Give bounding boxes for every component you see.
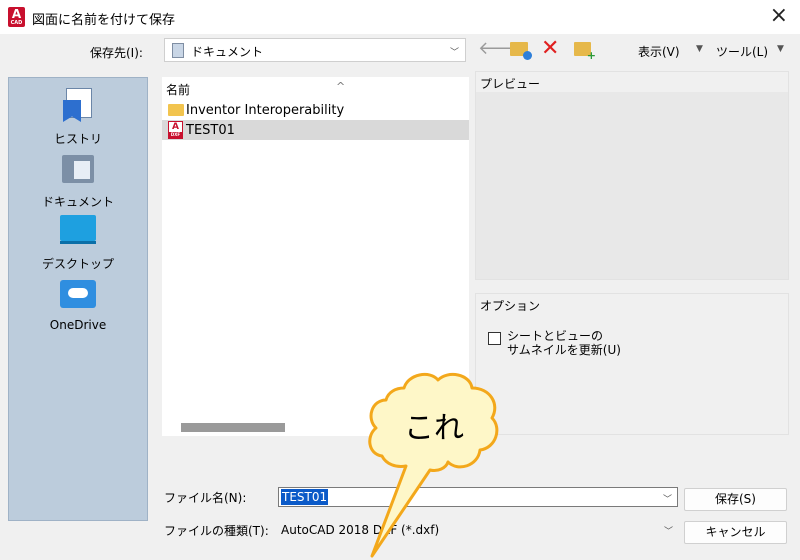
place-onedrive[interactable]: OneDrive <box>9 276 147 332</box>
window-title: 図面に名前を付けて保存 <box>32 13 176 28</box>
up-one-level-icon[interactable] <box>510 42 532 60</box>
file-name-label: ファイル名(N): <box>164 491 247 505</box>
tools-menu-arrow-icon[interactable]: ▼ <box>777 44 784 54</box>
place-history[interactable]: ヒストリ <box>9 88 147 147</box>
desktop-icon <box>60 213 96 249</box>
file-row-dxf[interactable]: A DXF TEST01 <box>162 120 469 140</box>
view-menu-arrow-icon[interactable]: ▼ <box>696 44 703 54</box>
file-name-value: TEST01 <box>281 489 329 505</box>
callout-bubble: これ <box>366 370 504 560</box>
update-thumbnails-checkbox[interactable] <box>488 332 501 345</box>
title-bar: A CAD 図面に名前を付けて保存 × <box>0 0 800 34</box>
tools-menu[interactable]: ツール(L) <box>716 43 768 60</box>
place-documents-label: ドキュメント <box>41 195 114 209</box>
save-in-value: ドキュメント <box>191 45 264 59</box>
callout-text: これ <box>404 411 464 446</box>
chevron-down-icon: ﹀ <box>449 48 459 58</box>
delete-icon[interactable]: ✕ <box>541 37 559 61</box>
file-row-folder[interactable]: Inventor Interoperability <box>162 100 469 120</box>
update-thumbnails-label[interactable]: シートとビューの サムネイルを更新(U) <box>507 329 621 357</box>
new-folder-icon[interactable]: + <box>574 42 596 61</box>
places-bar: ヒストリ ドキュメント デスクトップ OneDrive <box>8 77 148 521</box>
chevron-down-icon[interactable]: ﹀ <box>663 492 672 505</box>
place-desktop-label: デスクトップ <box>41 257 114 271</box>
view-menu[interactable]: 表示(V) <box>638 43 680 60</box>
preview-title: プレビュー <box>480 77 541 91</box>
column-header-name[interactable]: 名前 ^ <box>166 80 345 98</box>
options-group: オプション シートとビューの サムネイルを更新(U) <box>475 293 789 435</box>
folder-icon <box>168 104 184 116</box>
chevron-down-icon[interactable]: ﹀ <box>664 524 673 537</box>
save-in-label: 保存先(I): <box>90 46 143 60</box>
documents-icon <box>60 151 96 187</box>
place-documents[interactable]: ドキュメント <box>9 151 147 210</box>
save-dialog: 保存先(I): ドキュメント ﹀ 🡐 ✕ + 表示(V) ▼ ツール(L) ▼ … <box>0 34 800 560</box>
callout-cloud-shape <box>368 372 499 558</box>
place-desktop[interactable]: デスクトップ <box>9 213 147 272</box>
documents-folder-icon <box>172 43 184 58</box>
options-title: オプション <box>480 299 541 313</box>
preview-area <box>476 92 788 279</box>
onedrive-icon <box>60 276 96 312</box>
place-onedrive-label: OneDrive <box>49 318 107 332</box>
place-history-label: ヒストリ <box>53 132 102 146</box>
file-row-name: TEST01 <box>186 123 235 138</box>
horizontal-scrollbar-thumb[interactable] <box>181 423 285 432</box>
close-button[interactable]: × <box>770 4 788 28</box>
autocad-logo-icon: A CAD <box>8 7 25 27</box>
file-type-label: ファイルの種類(T): <box>164 524 269 538</box>
file-row-name: Inventor Interoperability <box>186 103 345 118</box>
history-icon <box>60 88 96 124</box>
dxf-file-icon: A DXF <box>168 121 183 139</box>
cancel-button[interactable]: キャンセル <box>684 521 787 544</box>
save-button[interactable]: 保存(S) <box>684 488 787 511</box>
sort-ascending-icon: ^ <box>336 80 346 93</box>
preview-group: プレビュー <box>475 71 789 280</box>
save-in-dropdown[interactable]: ドキュメント ﹀ <box>164 38 466 62</box>
